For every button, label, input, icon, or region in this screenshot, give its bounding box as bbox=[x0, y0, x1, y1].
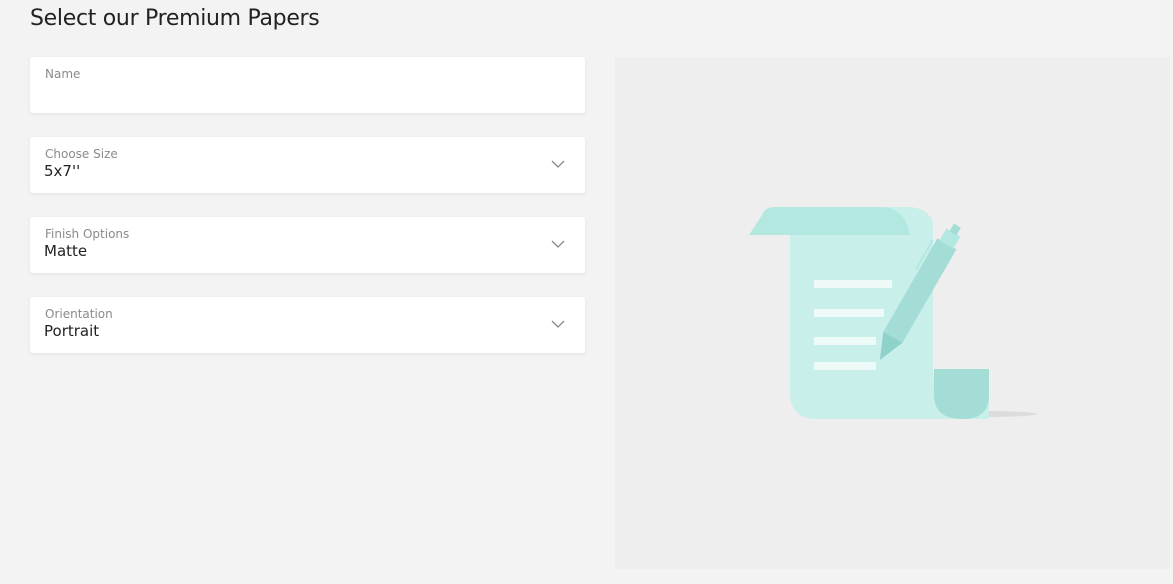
size-select-label: Choose Size bbox=[45, 147, 118, 161]
chevron-down-icon[interactable] bbox=[551, 239, 565, 249]
name-input[interactable] bbox=[44, 87, 564, 107]
name-field-label: Name bbox=[45, 67, 81, 81]
orientation-select-value: Portrait bbox=[44, 322, 100, 340]
orientation-select[interactable]: Orientation Portrait bbox=[30, 297, 585, 353]
finish-select[interactable]: Finish Options Matte bbox=[30, 217, 585, 273]
scroll-with-pen-icon bbox=[749, 207, 1037, 419]
chevron-down-icon[interactable] bbox=[551, 319, 565, 329]
finish-select-label: Finish Options bbox=[45, 227, 130, 241]
finish-select-value: Matte bbox=[44, 242, 88, 260]
orientation-select-label: Orientation bbox=[45, 307, 113, 321]
paper-preview-panel bbox=[615, 57, 1170, 569]
size-select[interactable]: Choose Size 5x7'' bbox=[30, 137, 585, 193]
page-title: Select our Premium Papers bbox=[30, 6, 320, 31]
chevron-down-icon[interactable] bbox=[551, 159, 565, 169]
name-field[interactable]: Name bbox=[30, 57, 585, 113]
size-select-value: 5x7'' bbox=[44, 162, 81, 180]
